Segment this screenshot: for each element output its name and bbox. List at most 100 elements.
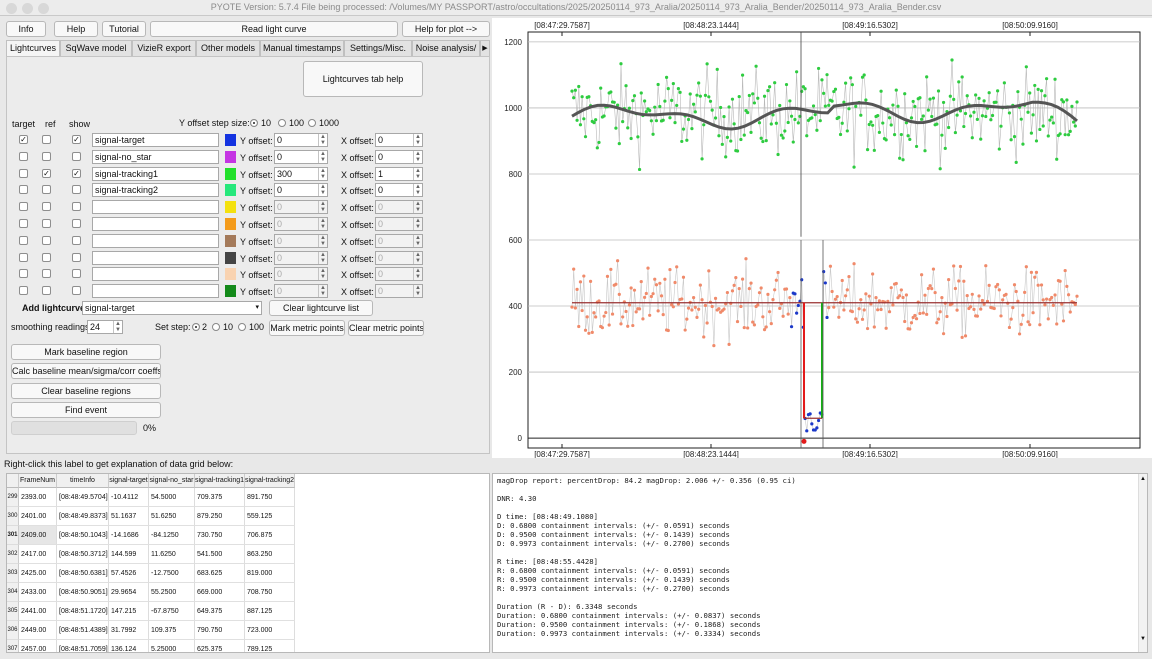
row-number[interactable]: 303 [7,564,19,583]
lightcurve-plot-svg[interactable]: 1200 1000 800 600 400 200 0 [08:47:29.7587] [08:… [492,18,1152,459]
table-cell[interactable]: [08:48:50.6381] [57,564,109,583]
spin-arrows-icon[interactable]: ▲ ▼ [413,251,422,264]
tab-noise-analysis[interactable]: Noise analysis/ [412,40,480,56]
lightcurve-name-field[interactable] [92,217,219,231]
table-cell[interactable]: 144.599 [109,545,149,564]
ref-checkbox[interactable]: ✓ [42,168,51,178]
show-checkbox[interactable] [72,286,81,296]
row-number[interactable]: 301 [7,526,19,545]
clear-lightcurve-list-button[interactable]: Clear lightcurve list [269,300,373,316]
table-cell[interactable]: 51.1637 [109,507,149,526]
table-cell[interactable]: [08:48:50.1043] [57,526,109,545]
find-event-button[interactable]: Find event [11,402,161,418]
table-cell[interactable]: 31.7992 [109,621,149,640]
table-cell[interactable]: 887.125 [245,602,295,621]
table-cell[interactable]: 57.4526 [109,564,149,583]
lightcurve-color-swatch[interactable] [225,134,236,146]
table-cell[interactable]: 2457.00 [19,640,57,652]
y-step-10-radio[interactable] [250,119,258,127]
set-step-2-radio[interactable] [192,323,200,331]
y-offset-spinbox[interactable]: 0 ▲ ▼ [274,149,328,164]
y-offset-spinbox[interactable]: 300 ▲ ▼ [274,166,328,181]
lightcurve-color-swatch[interactable] [225,268,236,281]
ref-checkbox[interactable] [42,269,51,279]
lightcurve-name-field[interactable] [92,200,219,215]
tab-vizier-export[interactable]: VizieR export [132,40,196,56]
table-cell[interactable]: 11.6250 [149,545,195,564]
spin-arrows-icon[interactable]: ▲ ▼ [413,150,422,163]
row-number[interactable]: 300 [7,507,19,526]
spin-arrows-icon[interactable]: ▲ ▼ [318,251,327,264]
target-checkbox[interactable] [19,286,28,296]
x-offset-spinbox[interactable]: 0 ▲ ▼ [375,250,423,265]
x-offset-spinbox[interactable]: 0 ▲ ▼ [375,284,423,299]
info-button[interactable]: Info [6,21,46,37]
ref-checkbox[interactable] [42,286,51,296]
target-checkbox[interactable] [19,151,28,161]
x-offset-spinbox[interactable]: 0 ▲ ▼ [375,200,423,215]
table-cell[interactable]: 2441.00 [19,602,57,621]
row-number[interactable]: 302 [7,545,19,564]
target-checkbox[interactable] [19,235,28,245]
ref-checkbox[interactable] [42,219,51,228]
target-checkbox[interactable] [19,202,28,212]
target-checkbox[interactable] [19,185,28,195]
tab-scroll-right-icon[interactable]: ▶ [480,40,490,56]
set-step-10-radio[interactable] [212,323,220,331]
calc-baseline-button[interactable]: Calc baseline mean/sigma/corr coeffs [11,363,161,379]
set-step-100-radio[interactable] [238,323,246,331]
spin-arrows-icon[interactable]: ▲ ▼ [318,285,327,298]
y-offset-spinbox[interactable]: 0 ▲ ▼ [274,267,328,282]
mark-baseline-region-button[interactable]: Mark baseline region [11,344,161,360]
clear-metric-points-button[interactable]: Clear metric points [348,320,424,336]
table-cell[interactable]: 891.750 [245,488,295,507]
table-cell[interactable]: 723.000 [245,621,295,640]
show-checkbox[interactable] [72,219,81,228]
lightcurve-color-swatch[interactable] [225,201,236,214]
table-cell[interactable]: -10.4112 [109,488,149,507]
scroll-down-icon[interactable]: ▼ [1140,636,1146,642]
table-cell[interactable]: 706.875 [245,526,295,545]
table-cell[interactable]: -12.7500 [149,564,195,583]
ref-checkbox[interactable] [42,252,51,262]
show-checkbox[interactable] [72,235,81,245]
lightcurve-name-field[interactable]: signal-target [92,133,219,147]
report-scrollbar[interactable]: ▲ ▼ [1138,474,1147,652]
table-cell[interactable]: 2393.00 [19,488,57,507]
tab-manual-timestamps[interactable]: Manual timestamps [260,40,344,56]
column-header[interactable]: signal-no_star [149,474,195,488]
x-offset-spinbox[interactable]: 0 ▲ ▼ [375,267,423,282]
lightcurve-color-swatch[interactable] [225,150,236,163]
table-cell[interactable]: -84.1250 [149,526,195,545]
row-number[interactable]: 299 [7,488,19,507]
help-for-plot-button[interactable]: Help for plot --> [402,21,490,37]
spin-arrows-icon[interactable]: ▲ ▼ [413,134,422,146]
table-cell[interactable]: [08:48:51.1720] [57,602,109,621]
ref-checkbox[interactable] [42,151,51,161]
lightcurve-name-field[interactable] [92,267,219,282]
show-checkbox[interactable] [72,269,81,279]
spin-arrows-icon[interactable]: ▲ ▼ [413,184,422,197]
table-cell[interactable]: 2401.00 [19,507,57,526]
show-checkbox[interactable] [72,202,81,212]
show-checkbox[interactable]: ✓ [72,135,81,144]
spin-arrows-icon[interactable]: ▲ ▼ [113,321,122,333]
lightcurve-color-swatch[interactable] [225,167,236,180]
table-cell[interactable]: 2425.00 [19,564,57,583]
lightcurves-tab-help-button[interactable]: Lightcurves tab help [303,61,423,97]
target-checkbox[interactable] [19,219,28,228]
tab-settings-misc[interactable]: Settings/Misc. [344,40,412,56]
table-cell[interactable]: [08:48:50.9051] [57,583,109,602]
lightcurve-color-swatch[interactable] [225,285,236,298]
table-cell[interactable]: 708.750 [245,583,295,602]
table-cell[interactable]: -67.8750 [149,602,195,621]
show-checkbox[interactable] [72,252,81,262]
column-header[interactable]: FrameNum [19,474,57,488]
column-header[interactable]: signal-tracking2 [245,474,295,488]
x-offset-spinbox[interactable]: 1 ▲ ▼ [375,166,423,181]
tutorial-button[interactable]: Tutorial [102,21,146,37]
table-cell[interactable]: 5.25000 [149,640,195,652]
y-offset-spinbox[interactable]: 0 ▲ ▼ [274,284,328,299]
lightcurve-name-field[interactable] [92,250,219,265]
spin-arrows-icon[interactable]: ▲ ▼ [318,218,327,230]
